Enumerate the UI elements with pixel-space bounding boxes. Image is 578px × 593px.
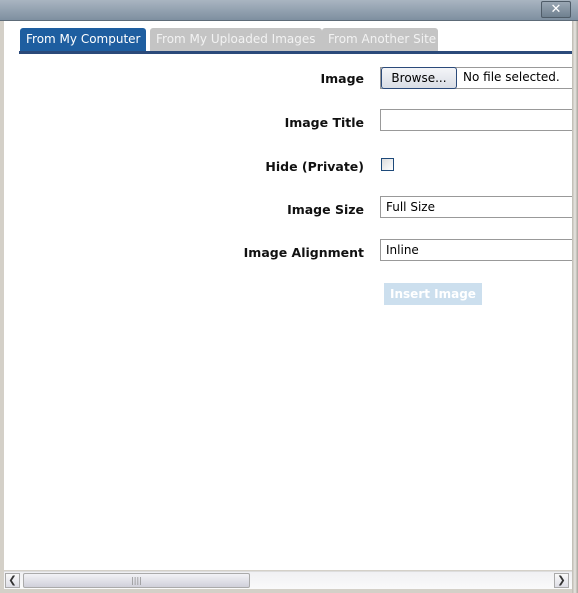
image-size-select[interactable]: Full Size [380, 196, 572, 218]
hide-private-label: Hide (Private) [265, 159, 364, 174]
chevron-left-icon: ❮ [8, 575, 17, 586]
insert-image-button[interactable]: Insert Image [384, 283, 482, 305]
tab-from-my-uploaded-images[interactable]: From My Uploaded Images [150, 28, 322, 52]
tab-from-my-computer[interactable]: From My Computer [20, 28, 147, 52]
window-border [572, 21, 578, 593]
dialog-titlebar: ✕ [0, 0, 578, 21]
hide-private-checkbox[interactable] [381, 158, 394, 171]
horizontal-scrollbar[interactable]: ❮ |||| ❯ [4, 571, 572, 589]
close-icon: ✕ [550, 2, 562, 17]
image-label: Image [320, 71, 364, 86]
chevron-right-icon: ❯ [557, 575, 566, 586]
close-button[interactable]: ✕ [541, 1, 571, 18]
image-title-input[interactable] [380, 109, 572, 131]
tab-from-another-site[interactable]: From Another Site [322, 28, 438, 52]
tab-divider [19, 51, 572, 54]
browse-button[interactable]: Browse... [381, 67, 457, 89]
scroll-left-button[interactable]: ❮ [5, 573, 20, 588]
image-size-label: Image Size [287, 202, 364, 217]
scroll-right-button[interactable]: ❯ [554, 573, 569, 588]
dialog-content [4, 21, 572, 570]
image-alignment-select[interactable]: Inline [380, 239, 572, 261]
scrollbar-thumb[interactable]: |||| [23, 573, 250, 588]
file-status: No file selected. [463, 70, 560, 84]
image-alignment-label: Image Alignment [243, 245, 364, 260]
image-title-label: Image Title [284, 115, 364, 130]
grip-icon: |||| [131, 576, 142, 585]
